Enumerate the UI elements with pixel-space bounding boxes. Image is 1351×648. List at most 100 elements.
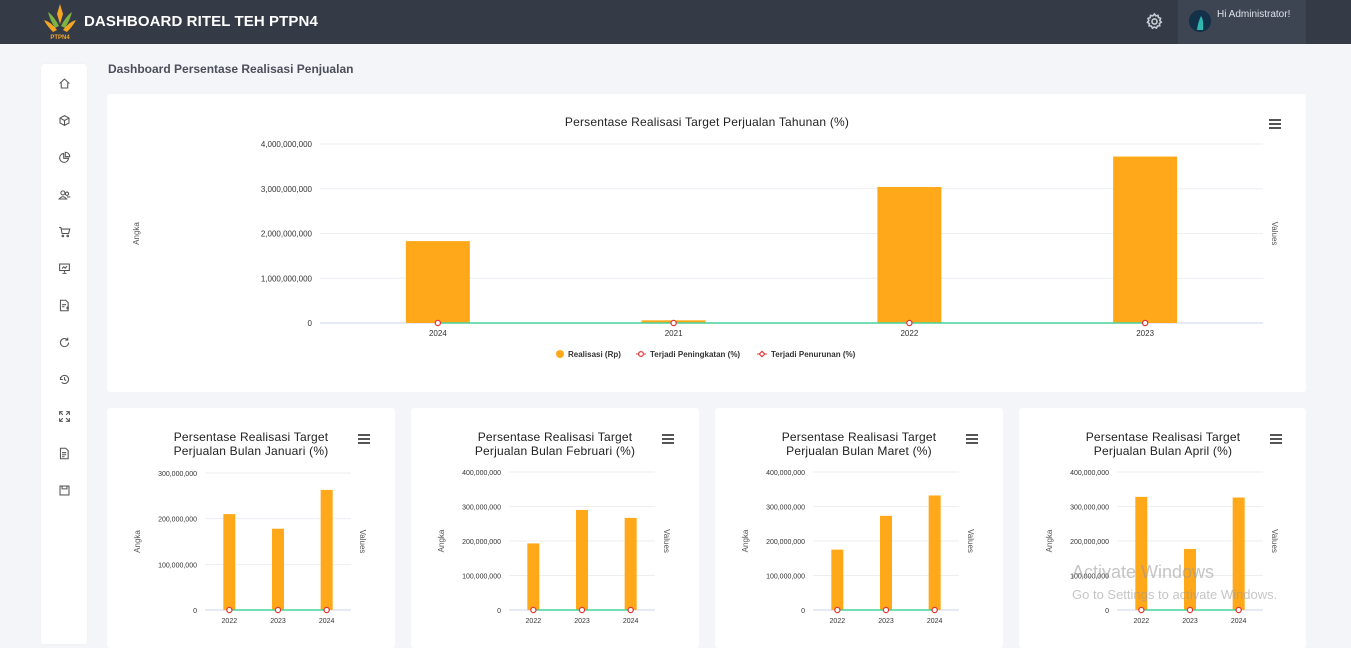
x-tick-label: 2024 — [1231, 618, 1247, 625]
y-tick-label: 100,000,000 — [158, 562, 197, 569]
presentation-icon — [58, 263, 70, 274]
data-point-marker — [670, 319, 677, 327]
x-tick-label: 2022 — [830, 618, 846, 625]
x-tick-label: 2023 — [1182, 618, 1198, 625]
bar-2024 — [624, 517, 637, 610]
sidebar-item-box[interactable] — [56, 112, 72, 128]
y-tick-label: 200,000,000 — [1070, 539, 1109, 546]
history-icon — [59, 374, 69, 384]
y-axis-title: Angka — [741, 529, 750, 552]
save-icon — [59, 485, 69, 495]
y-tick-label: 0 — [1105, 608, 1109, 615]
sidebar-item-cart[interactable] — [56, 223, 72, 239]
avatar — [1189, 10, 1211, 32]
user-greeting: Hi Administrator! — [1217, 9, 1291, 20]
x-tick-label: 2023 — [574, 618, 590, 625]
february-bar-chart: 0 100,000,000 200,000,000 300,000,000 400,00… — [437, 470, 671, 625]
data-point-marker — [578, 606, 586, 614]
sidebar-item-presentation[interactable] — [56, 260, 72, 276]
bar-2023 — [272, 528, 284, 610]
sidebar-item-save[interactable] — [56, 482, 72, 498]
x-tick-label: 2024 — [319, 618, 335, 625]
y-tick-label: 300,000,000 — [462, 505, 501, 512]
x-tick-label: 2022 — [222, 618, 238, 625]
data-point-marker — [1235, 606, 1242, 614]
annual-bar-chart: 0 1,000,000,000 2,000,000,000 3,000,000,000… — [132, 140, 1279, 359]
data-point-marker — [323, 606, 330, 614]
data-point-marker — [226, 606, 233, 614]
data-point-marker — [274, 606, 282, 614]
x-tick-label: 2024 — [429, 329, 447, 338]
home-icon — [58, 77, 70, 88]
page-title: Dashboard Persentase Realisasi Penjualan — [108, 62, 354, 76]
bar-2023 — [576, 509, 588, 610]
y-tick-label: 400,000,000 — [766, 470, 805, 477]
y-tick-label: 2,000,000,000 — [261, 230, 313, 239]
y-tick-label: 0 — [193, 608, 197, 615]
ptpn4-logo[interactable]: PTPN4 — [42, 2, 78, 42]
logo-text: PTPN4 — [50, 35, 70, 41]
y-tick-label: 200,000,000 — [158, 517, 197, 524]
y-tick-label: 4,000,000,000 — [261, 140, 313, 149]
sidebar-item-refresh[interactable] — [56, 334, 72, 350]
document-edit-icon — [59, 299, 69, 311]
gear-icon[interactable] — [1145, 12, 1164, 31]
y-tick-label: 0 — [308, 319, 313, 328]
bar-2024 — [405, 241, 470, 323]
bar-2022 — [877, 186, 942, 323]
x-tick-label: 2023 — [878, 618, 894, 625]
data-point-marker — [530, 606, 537, 614]
x-tick-label: 2022 — [900, 329, 918, 338]
january-chart-card: Persentase Realisasi Target Perjualan Bul… — [107, 408, 395, 648]
sidebar-item-report[interactable] — [56, 297, 72, 313]
y-tick-label: 400,000,000 — [1070, 470, 1109, 477]
y-axis-title: Angka — [132, 222, 141, 245]
sidebar-item-file[interactable] — [56, 445, 72, 461]
sidebar — [41, 64, 87, 644]
y-axis-title: Angka — [133, 530, 142, 553]
annual-chart-card: Persentase Realisasi Target Perjualan Ta… — [107, 94, 1306, 392]
data-point-marker — [1186, 606, 1194, 614]
bar-2022 — [223, 514, 236, 610]
x-tick-label: 2024 — [927, 618, 943, 625]
y-axis-title: Angka — [1045, 529, 1054, 552]
windows-watermark-subtitle: Go to Settings to activate Windows. — [1072, 587, 1278, 602]
y-tick-label: 200,000,000 — [766, 539, 805, 546]
y-tick-label: 300,000,000 — [1070, 505, 1109, 512]
sidebar-item-history[interactable] — [56, 371, 72, 387]
legend-label-penurunan: Terjadi Penurunan (%) — [771, 350, 856, 359]
x-tick-label: 2024 — [623, 618, 639, 625]
legend-marker-peningkatan — [637, 351, 644, 358]
user-menu[interactable]: Hi Administrator! — [1178, 0, 1306, 44]
x-tick-label: 2022 — [1134, 618, 1150, 625]
y-tick-label: 100,000,000 — [766, 574, 805, 581]
legend-marker-penurunan — [758, 350, 766, 358]
bar-2024 — [320, 489, 333, 610]
april-chart-card: Persentase Realisasi Target Perjualan Bul… — [1019, 408, 1306, 648]
brand-title: DASHBOARD RITEL TEH PTPN4 — [84, 13, 318, 30]
y-tick-label: 3,000,000,000 — [261, 185, 313, 194]
legend-marker-realisasi — [556, 350, 564, 358]
x-tick-label: 2023 — [1136, 329, 1154, 338]
y2-axis-title: Values — [1270, 529, 1279, 553]
sidebar-item-expand[interactable] — [56, 408, 72, 424]
sidebar-item-chart[interactable] — [56, 149, 72, 165]
y-tick-label: 300,000,000 — [766, 505, 805, 512]
sidebar-item-users[interactable] — [56, 186, 72, 202]
x-tick-label: 2022 — [526, 618, 542, 625]
y-tick-label: 1,000,000,000 — [261, 274, 313, 283]
box-icon — [59, 114, 69, 126]
x-tick-label: 2021 — [665, 329, 683, 338]
file-icon — [59, 447, 69, 459]
data-point-marker — [931, 606, 938, 614]
y2-axis-title: Values — [358, 530, 367, 554]
sidebar-item-home[interactable] — [56, 75, 72, 91]
data-point-marker — [834, 606, 841, 614]
march-chart-card: Persentase Realisasi Target Perjualan Bul… — [715, 408, 1003, 648]
y-tick-label: 400,000,000 — [462, 470, 501, 477]
y2-axis-title: Values — [1270, 222, 1279, 246]
y2-axis-title: Values — [966, 529, 975, 553]
data-point-marker — [1141, 319, 1149, 327]
y-tick-label: 300,000,000 — [158, 471, 197, 478]
pie-chart-icon — [58, 151, 70, 163]
